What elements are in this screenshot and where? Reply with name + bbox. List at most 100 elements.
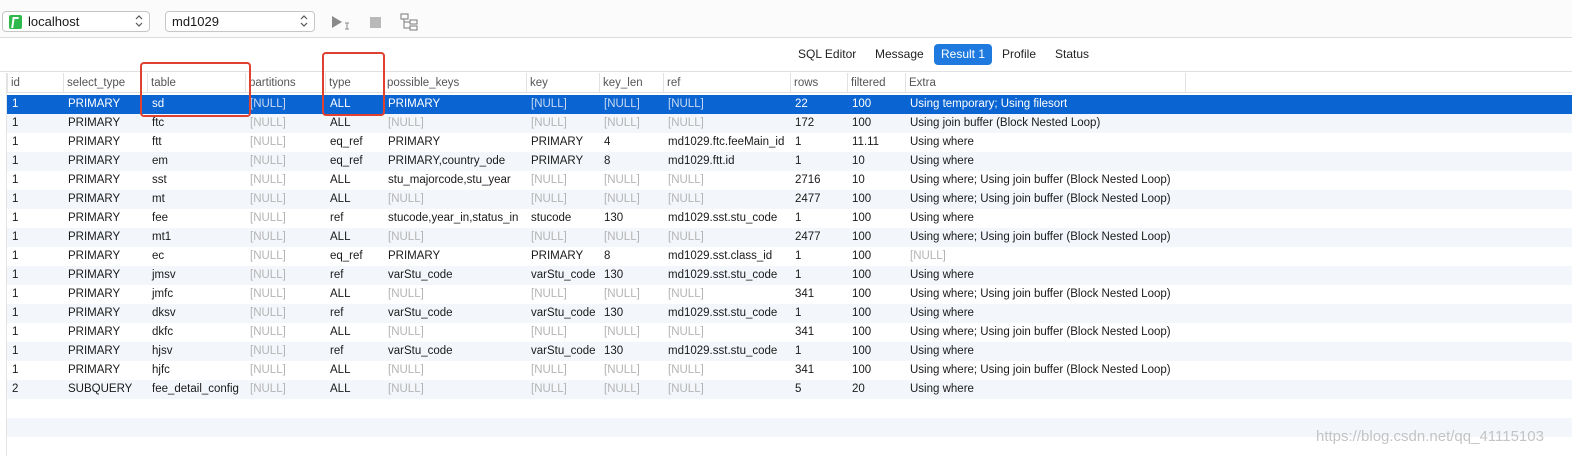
cell-key[interactable]: varStu_code (526, 304, 599, 323)
cell-possible-keys[interactable]: stu_majorcode,stu_year (383, 171, 526, 190)
cell-rows[interactable]: 341 (790, 361, 847, 380)
table-row[interactable]: 2 SUBQUERY fee_detail_config [NULL] ALL [NULL… (7, 380, 1572, 399)
cell-select-type[interactable]: SUBQUERY (63, 380, 147, 399)
cell-filtered[interactable]: 100 (847, 304, 905, 323)
cell-table[interactable]: ec (147, 247, 245, 266)
cell-id[interactable]: 1 (7, 171, 63, 190)
cell-table[interactable]: jmsv (147, 266, 245, 285)
cell-extra[interactable]: Using where; Using join buffer (Block Ne… (905, 361, 1185, 380)
cell-table[interactable]: mt1 (147, 228, 245, 247)
cell-possible-keys[interactable]: [NULL] (383, 380, 526, 399)
cell-key-len[interactable]: [NULL] (599, 95, 663, 114)
cell-partitions[interactable]: [NULL] (245, 323, 325, 342)
cell-select-type[interactable]: PRIMARY (63, 304, 147, 323)
cell-possible-keys[interactable]: varStu_code (383, 266, 526, 285)
column-header-select-type[interactable]: select_type (63, 73, 147, 93)
cell-type[interactable]: ALL (325, 114, 383, 133)
cell-filtered[interactable]: 20 (847, 380, 905, 399)
tab-profile[interactable]: Profile (995, 44, 1043, 65)
cell-partitions[interactable]: [NULL] (245, 285, 325, 304)
cell-rows[interactable]: 341 (790, 323, 847, 342)
cell-select-type[interactable]: PRIMARY (63, 190, 147, 209)
cell-key-len[interactable]: 130 (599, 342, 663, 361)
cell-extra[interactable]: Using where (905, 304, 1185, 323)
cell-rows[interactable]: 2716 (790, 171, 847, 190)
cell-rows[interactable]: 22 (790, 95, 847, 114)
column-header-key[interactable]: key (526, 73, 599, 93)
cell-partitions[interactable]: [NULL] (245, 133, 325, 152)
cell-rows[interactable]: 2477 (790, 228, 847, 247)
column-header-rows[interactable]: rows (790, 73, 847, 93)
cell-partitions[interactable]: [NULL] (245, 209, 325, 228)
cell-filtered[interactable]: 10 (847, 152, 905, 171)
cell-rows[interactable]: 1 (790, 342, 847, 361)
cell-key-len[interactable]: [NULL] (599, 323, 663, 342)
cell-partitions[interactable]: [NULL] (245, 95, 325, 114)
cell-rows[interactable]: 1 (790, 304, 847, 323)
cell-extra[interactable]: Using temporary; Using filesort (905, 95, 1185, 114)
cell-key[interactable]: [NULL] (526, 361, 599, 380)
cell-id[interactable]: 1 (7, 304, 63, 323)
cell-type[interactable]: eq_ref (325, 247, 383, 266)
cell-key[interactable]: [NULL] (526, 380, 599, 399)
table-row[interactable]: 1 PRIMARY dksv [NULL] ref varStu_code varStu_c… (7, 304, 1572, 323)
cell-key[interactable]: [NULL] (526, 95, 599, 114)
cell-id[interactable]: 1 (7, 114, 63, 133)
cell-filtered[interactable]: 100 (847, 361, 905, 380)
cell-extra[interactable]: Using where; Using join buffer (Block Ne… (905, 190, 1185, 209)
cell-extra[interactable]: Using where (905, 152, 1185, 171)
cell-table[interactable]: mt (147, 190, 245, 209)
cell-ref[interactable]: [NULL] (663, 190, 790, 209)
result-grid[interactable]: id select_type table partitions type possible… (6, 73, 1572, 456)
cell-partitions[interactable]: [NULL] (245, 380, 325, 399)
cell-partitions[interactable]: [NULL] (245, 228, 325, 247)
tab-status[interactable]: Status (1048, 44, 1096, 65)
cell-key-len[interactable]: [NULL] (599, 361, 663, 380)
column-header-key-len[interactable]: key_len (599, 73, 663, 93)
table-row[interactable]: 1 PRIMARY hjsv [NULL] ref varStu_code varStu_c… (7, 342, 1572, 361)
cell-extra[interactable]: Using where (905, 209, 1185, 228)
cell-filtered[interactable]: 100 (847, 247, 905, 266)
table-row[interactable]: 1 PRIMARY em [NULL] eq_ref PRIMARY,country_od… (7, 152, 1572, 171)
cell-key-len[interactable]: [NULL] (599, 171, 663, 190)
column-header-partitions[interactable]: partitions (245, 73, 325, 93)
cell-select-type[interactable]: PRIMARY (63, 361, 147, 380)
cell-ref[interactable]: [NULL] (663, 228, 790, 247)
cell-possible-keys[interactable]: [NULL] (383, 114, 526, 133)
cell-type[interactable]: eq_ref (325, 152, 383, 171)
cell-select-type[interactable]: PRIMARY (63, 171, 147, 190)
table-row[interactable]: 1 PRIMARY ec [NULL] eq_ref PRIMARY PRIMARY 8 md1… (7, 247, 1572, 266)
cell-possible-keys[interactable]: [NULL] (383, 228, 526, 247)
table-row[interactable]: 1 PRIMARY ftt [NULL] eq_ref PRIMARY PRIMARY 4 md… (7, 133, 1572, 152)
cell-key-len[interactable]: 130 (599, 209, 663, 228)
cell-extra[interactable]: Using join buffer (Block Nested Loop) (905, 114, 1185, 133)
cell-type[interactable]: ref (325, 342, 383, 361)
cell-partitions[interactable]: [NULL] (245, 190, 325, 209)
cell-select-type[interactable]: PRIMARY (63, 323, 147, 342)
connection-select[interactable]: localhost (2, 11, 150, 32)
tab-message[interactable]: Message (868, 44, 931, 65)
cell-table[interactable]: fee_detail_config (147, 380, 245, 399)
cell-rows[interactable]: 1 (790, 247, 847, 266)
cell-filtered[interactable]: 100 (847, 323, 905, 342)
cell-key-len[interactable]: [NULL] (599, 285, 663, 304)
cell-id[interactable]: 1 (7, 133, 63, 152)
cell-type[interactable]: ALL (325, 285, 383, 304)
cell-filtered[interactable]: 100 (847, 342, 905, 361)
column-header-possible-keys[interactable]: possible_keys (383, 73, 526, 93)
cell-ref[interactable]: [NULL] (663, 361, 790, 380)
cell-filtered[interactable]: 100 (847, 285, 905, 304)
cell-key[interactable]: varStu_code (526, 266, 599, 285)
cell-select-type[interactable]: PRIMARY (63, 285, 147, 304)
cell-rows[interactable]: 172 (790, 114, 847, 133)
cell-type[interactable]: eq_ref (325, 133, 383, 152)
cell-extra[interactable]: Using where (905, 342, 1185, 361)
cell-key[interactable]: [NULL] (526, 323, 599, 342)
cell-key[interactable]: PRIMARY (526, 152, 599, 171)
cell-id[interactable]: 1 (7, 152, 63, 171)
cell-id[interactable]: 1 (7, 95, 63, 114)
cell-filtered[interactable]: 10 (847, 171, 905, 190)
cell-partitions[interactable]: [NULL] (245, 361, 325, 380)
cell-key[interactable]: [NULL] (526, 171, 599, 190)
cell-ref[interactable]: [NULL] (663, 380, 790, 399)
